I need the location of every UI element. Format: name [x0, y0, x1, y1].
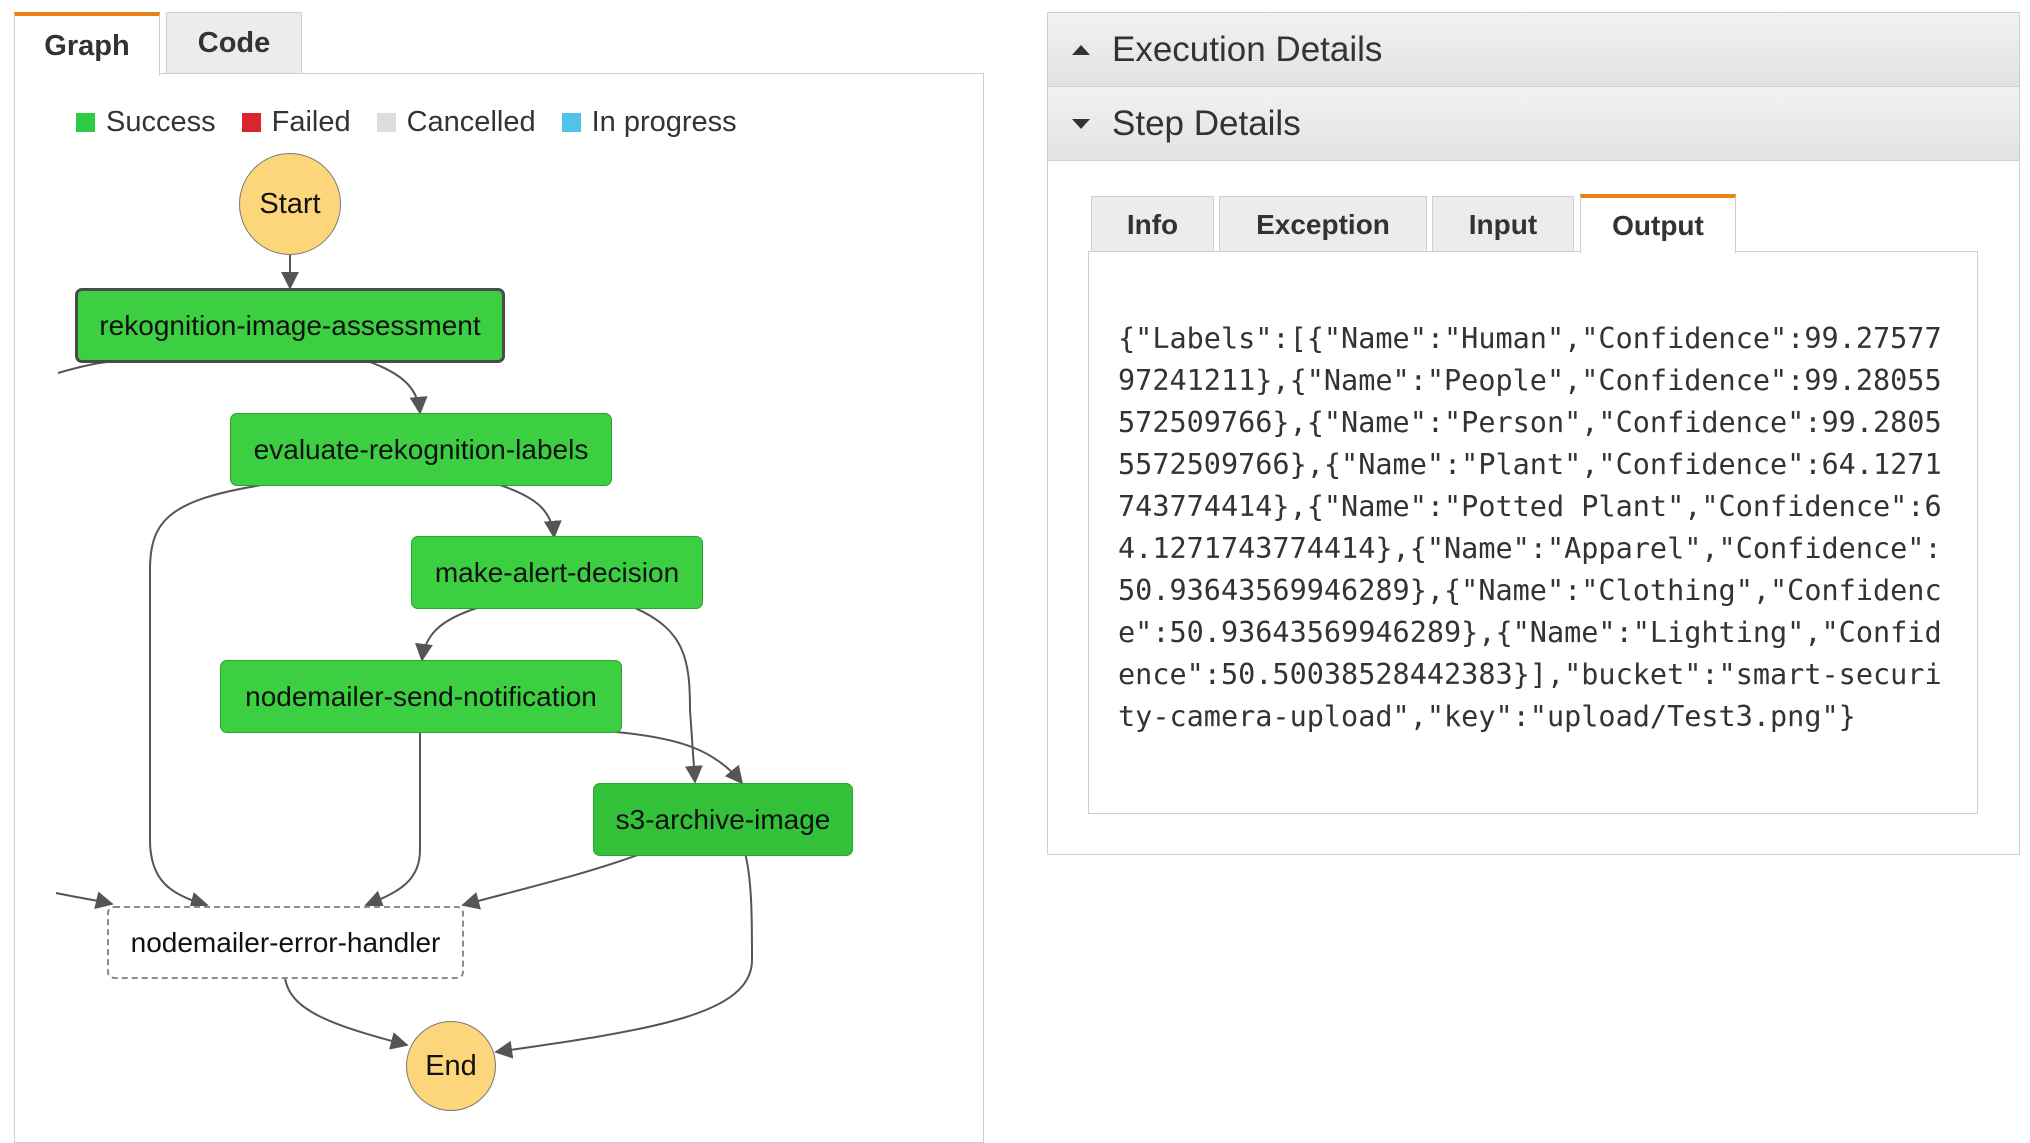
edge-decision-to-s3	[634, 607, 703, 784]
output-json: {"Labels":[{"Name":"Human","Confidence":…	[1118, 322, 1942, 733]
state-label: rekognition-image-assessment	[99, 309, 481, 341]
tab-output-label: Output	[1612, 209, 1704, 241]
tab-info-label: Info	[1126, 208, 1179, 240]
edge-evaluate-to-decision	[499, 484, 562, 539]
state-label: evaluate-rekognition-labels	[253, 433, 589, 465]
edge-handler-to-end	[284, 977, 409, 1050]
edge-rekognition-to-evaluate	[369, 361, 428, 415]
state-s3-archive-image[interactable]: s3-archive-image	[593, 783, 853, 856]
legend-label: Cancelled	[406, 106, 536, 138]
cancelled-swatch-icon	[376, 113, 396, 132]
legend: Success Failed Cancelled In progress	[76, 106, 763, 139]
state-nodemailer-send-notification[interactable]: nodemailer-send-notification	[220, 660, 622, 733]
step-details-title: Step Details	[1112, 103, 1301, 143]
legend-label: Failed	[271, 106, 351, 138]
edge-partial-left-handler	[55, 891, 114, 910]
tab-exception[interactable]: Exception	[1219, 196, 1427, 252]
state-evaluate-rekognition-labels[interactable]: evaluate-rekognition-labels	[230, 413, 612, 486]
edge-send-to-handler	[364, 732, 421, 908]
start-label: Start	[259, 187, 321, 220]
success-swatch-icon	[76, 113, 95, 132]
tab-input-label: Input	[1468, 208, 1538, 240]
edge-partial-left	[57, 361, 108, 374]
legend-label: Success	[106, 106, 216, 138]
edge-s3-to-end	[494, 852, 754, 1059]
tab-output[interactable]: Output	[1580, 194, 1736, 253]
legend-failed: Failed	[241, 106, 351, 139]
start-node[interactable]: Start	[239, 153, 341, 255]
caret-up-icon	[1072, 44, 1090, 55]
legend-cancelled: Cancelled	[376, 106, 536, 139]
end-label: End	[425, 1049, 477, 1082]
caret-down-icon	[1072, 118, 1090, 129]
state-make-alert-decision[interactable]: make-alert-decision	[411, 536, 703, 609]
tab-info[interactable]: Info	[1091, 196, 1214, 252]
state-label: nodemailer-error-handler	[130, 926, 441, 958]
state-rekognition-image-assessment[interactable]: rekognition-image-assessment	[75, 288, 505, 363]
end-node[interactable]: End	[406, 1021, 496, 1111]
tab-exception-label: Exception	[1256, 208, 1390, 240]
edge-decision-to-send	[415, 607, 478, 662]
legend-success: Success	[76, 106, 216, 139]
legend-label: In progress	[591, 106, 737, 138]
in-progress-swatch-icon	[561, 113, 581, 132]
failed-swatch-icon	[241, 113, 261, 132]
state-nodemailer-error-handler[interactable]: nodemailer-error-handler	[107, 906, 464, 979]
execution-details-title: Execution Details	[1112, 29, 1383, 69]
edge-send-to-s3	[615, 731, 744, 785]
tab-input[interactable]: Input	[1432, 196, 1574, 252]
edge-s3-to-handler	[461, 852, 644, 910]
step-details-header[interactable]: Step Details	[1048, 87, 2019, 161]
state-label: s3-archive-image	[615, 803, 831, 835]
state-label: make-alert-decision	[434, 556, 680, 588]
state-label: nodemailer-send-notification	[245, 680, 597, 712]
legend-in-progress: In progress	[561, 106, 737, 139]
execution-details-header[interactable]: Execution Details	[1048, 13, 2019, 87]
